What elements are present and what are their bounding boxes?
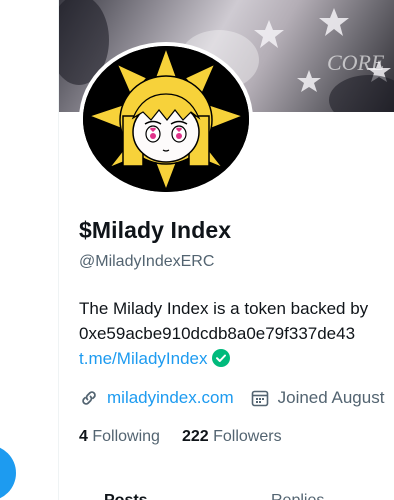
profile-avatar[interactable] (79, 42, 253, 196)
website-link[interactable]: miladyindex.com (107, 388, 234, 408)
followers-link[interactable]: 222 Followers (182, 428, 282, 445)
joined-date: Joined August (250, 388, 385, 408)
followers-label: Followers (213, 428, 282, 445)
followers-count: 222 (181, 428, 209, 445)
left-nav-rail (0, 0, 58, 500)
following-link[interactable]: 4 Following (79, 428, 160, 445)
profile-bio: The Milady Index is a token backed by 0x… (79, 296, 394, 371)
follow-stats: 4 Following 222 Followers (79, 428, 282, 446)
display-name: $Milady Index (79, 217, 232, 243)
bio-line-1: The Milady Index is a token backed by (79, 299, 369, 318)
link-icon (82, 391, 96, 405)
svg-text:CORE: CORE (327, 50, 385, 75)
profile-tabs: Posts Replies (59, 488, 394, 500)
profile-meta-row: miladyindex.com Joined August (79, 386, 394, 410)
telegram-link[interactable]: t.me/MiladyIndex (79, 349, 208, 368)
tab-replies[interactable]: Replies (271, 492, 324, 500)
joined-label: Joined August (277, 388, 385, 407)
calendar-icon (251, 390, 268, 407)
tab-posts[interactable]: Posts (104, 492, 148, 500)
avatar-image (83, 46, 249, 192)
following-count: 4 (79, 428, 88, 445)
verified-check-icon (211, 349, 230, 367)
following-label: Following (92, 428, 160, 445)
profile-page: CORE $Milady Index @MiladyIndexERC The M… (0, 0, 394, 500)
compose-post-button[interactable] (0, 445, 16, 500)
bio-line-3: t.me/MiladyIndex (79, 346, 394, 371)
profile-handle: @MiladyIndexERC (79, 253, 215, 270)
bio-line-2: 0xe59acbe910dcdb8a0e79f337de43 (79, 324, 356, 343)
